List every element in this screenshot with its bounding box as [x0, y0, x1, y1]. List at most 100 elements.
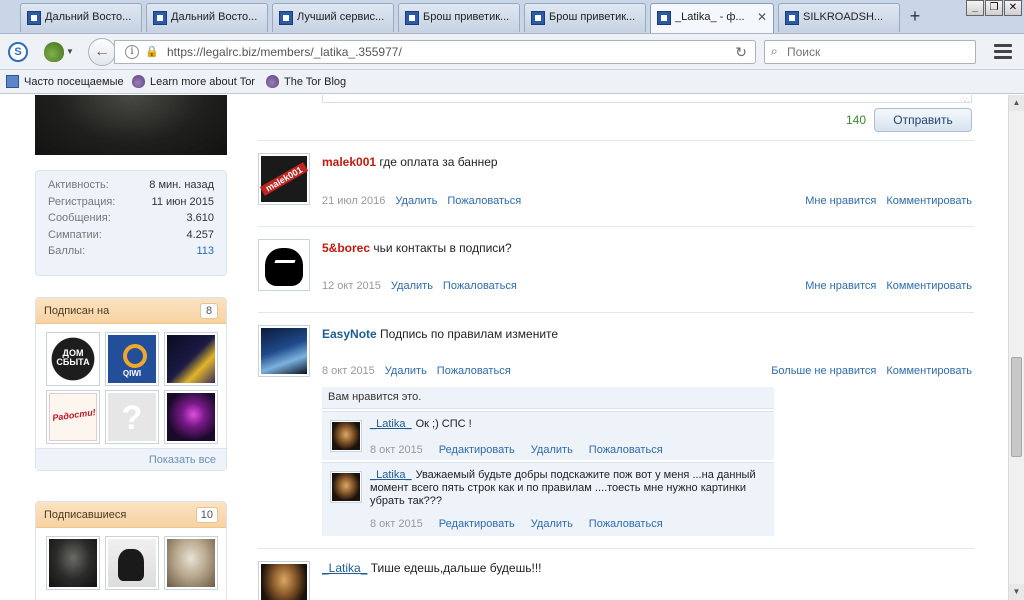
resize-grip-icon[interactable]: ∴∴: [961, 96, 969, 104]
post-date[interactable]: 8 окт 2015: [322, 365, 375, 377]
show-all-link[interactable]: Показать все: [36, 448, 226, 470]
scroll-up-icon[interactable]: ▲: [1009, 95, 1024, 111]
comment-avatar[interactable]: [330, 420, 362, 452]
following-avatar-qiwi[interactable]: QIWI: [105, 332, 159, 386]
unlike-link[interactable]: Больше не нравится: [771, 365, 876, 377]
stat-row: Регистрация: 11 июн 2015: [48, 195, 214, 208]
following-avatar-default[interactable]: ?: [105, 390, 159, 444]
post-meta: 12 окт 2015 Удалить Пожаловаться: [322, 280, 517, 292]
following-avatar-nebula[interactable]: [164, 390, 218, 444]
window-controls: _ ❐ ✕: [965, 0, 1022, 16]
following-block: Подписан на 8 ДОМ СБЫТА QIWI Радости! ? П…: [35, 297, 227, 471]
tor-onion-icon[interactable]: [44, 42, 64, 62]
delete-link[interactable]: Удалить: [391, 280, 433, 292]
bookmark-learn-tor[interactable]: Learn more about Tor: [132, 74, 255, 90]
follower-avatar[interactable]: [164, 536, 218, 590]
following-avatar-radosti[interactable]: Радости!: [46, 390, 100, 444]
reload-icon[interactable]: ↻: [735, 44, 747, 61]
new-tab-button[interactable]: +: [904, 6, 926, 28]
like-link[interactable]: Мне нравится: [805, 280, 876, 292]
following-avatar-domsbyta[interactable]: ДОМ СБЫТА: [46, 332, 100, 386]
post-username[interactable]: 5&borec: [322, 241, 370, 255]
delete-link[interactable]: Удалить: [531, 518, 573, 530]
delete-link[interactable]: Удалить: [395, 195, 437, 207]
like-link[interactable]: Мне нравится: [805, 195, 876, 207]
likes-summary: Вам нравится это.: [322, 387, 774, 409]
post-avatar[interactable]: [258, 325, 310, 377]
follower-avatar[interactable]: [105, 536, 159, 590]
browser-tab-3[interactable]: Лучший сервис...: [272, 3, 394, 32]
restore-icon[interactable]: ❐: [985, 0, 1003, 16]
points-link[interactable]: 113: [196, 245, 214, 257]
report-link[interactable]: Пожаловаться: [437, 365, 511, 377]
back-button[interactable]: ←: [88, 38, 116, 66]
page-favicon-icon: [657, 11, 671, 25]
follower-avatar[interactable]: [46, 536, 100, 590]
close-tab-icon[interactable]: ✕: [757, 4, 767, 31]
post-date[interactable]: 21 июл 2016: [322, 195, 385, 207]
post-username[interactable]: malek001: [322, 155, 376, 169]
following-avatar-space[interactable]: [164, 332, 218, 386]
skype-icon[interactable]: S: [8, 42, 28, 62]
comment-link[interactable]: Комментировать: [886, 195, 972, 207]
bookmark-most-visited[interactable]: Часто посещаемые: [6, 74, 124, 90]
scrollbar-thumb[interactable]: [1011, 357, 1022, 457]
comment-username[interactable]: _Latika_: [370, 418, 412, 430]
lock-icon[interactable]: 🔒: [145, 46, 159, 58]
browser-tab-1[interactable]: Дальний Восто...: [20, 3, 142, 32]
comment-link[interactable]: Комментировать: [886, 280, 972, 292]
comment-date[interactable]: 8 окт 2015: [370, 444, 423, 456]
profile-post: malek001 malek001 где оплата за баннер 2…: [258, 140, 974, 226]
report-link[interactable]: Пожаловаться: [443, 280, 517, 292]
browser-tab-active[interactable]: _Latika_ - ф... ✕: [650, 3, 774, 33]
delete-link[interactable]: Удалить: [385, 365, 427, 377]
search-box[interactable]: ⌕: [764, 40, 976, 64]
comment-link[interactable]: Комментировать: [886, 365, 972, 377]
browser-tab-4[interactable]: Брош приветик...: [398, 3, 520, 32]
page-scrollbar[interactable]: ▲ ▼: [1008, 95, 1024, 600]
following-grid: ДОМ СБЫТА QIWI Радости! ?: [36, 324, 226, 448]
post-avatar[interactable]: [258, 239, 310, 291]
minimize-icon[interactable]: _: [966, 0, 984, 16]
info-icon[interactable]: i: [125, 45, 139, 59]
stat-row: Активность: 8 мин. назад: [48, 179, 214, 191]
scroll-down-icon[interactable]: ▼: [1009, 584, 1024, 600]
chevron-down-icon[interactable]: ▼: [66, 47, 74, 56]
post-avatar[interactable]: malek001: [258, 153, 310, 205]
search-input[interactable]: [787, 44, 967, 60]
page-favicon-icon: [279, 11, 293, 25]
comment-date[interactable]: 8 окт 2015: [370, 518, 423, 530]
bookmarks-toolbar: Часто посещаемые Learn more about Tor Th…: [0, 70, 1024, 94]
comment-avatar[interactable]: [330, 471, 362, 503]
report-link[interactable]: Пожаловаться: [589, 444, 663, 456]
send-button[interactable]: Отправить: [874, 108, 972, 132]
post-avatar[interactable]: [258, 561, 310, 600]
delete-link[interactable]: Удалить: [531, 444, 573, 456]
comment-item: _Latika_ Уважаемый будьте добры подскажит…: [322, 462, 774, 536]
hamburger-menu-icon[interactable]: [994, 44, 1012, 60]
status-textarea[interactable]: [322, 95, 972, 103]
navigation-toolbar: S ▼ ← i 🔒 https://legalrc.biz/members/_l…: [0, 34, 1024, 70]
edit-link[interactable]: Редактировать: [439, 518, 515, 530]
post-username[interactable]: EasyNote: [322, 327, 377, 341]
profile-avatar[interactable]: [35, 95, 227, 155]
close-window-icon[interactable]: ✕: [1004, 0, 1022, 16]
bookmark-tor-blog[interactable]: The Tor Blog: [266, 74, 346, 90]
post-date[interactable]: 12 окт 2015: [322, 280, 381, 292]
comment-username[interactable]: _Latika_: [370, 469, 412, 481]
stat-row: Баллы: 113: [48, 245, 214, 257]
post-username[interactable]: _Latika_: [322, 561, 367, 575]
browser-tab-5[interactable]: Брош приветик...: [524, 3, 646, 32]
comment-meta: 8 окт 2015 Редактировать Удалить Пожаловать…: [370, 518, 663, 530]
report-link[interactable]: Пожаловаться: [589, 518, 663, 530]
bookmark-folder-icon: [6, 75, 19, 88]
edit-link[interactable]: Редактировать: [439, 444, 515, 456]
report-link[interactable]: Пожаловаться: [447, 195, 521, 207]
browser-tab-7[interactable]: SILKROADSH...: [778, 3, 900, 32]
followers-count-badge: 10: [195, 507, 218, 523]
address-bar[interactable]: i 🔒 https://legalrc.biz/members/_latika_…: [114, 40, 756, 64]
post-message: Тише едешь,дальше будешь!!!: [370, 561, 542, 575]
page-favicon-icon: [785, 11, 799, 25]
url-text[interactable]: https://legalrc.biz/members/_latika_.355…: [167, 45, 402, 59]
browser-tab-2[interactable]: Дальний Восто...: [146, 3, 268, 32]
